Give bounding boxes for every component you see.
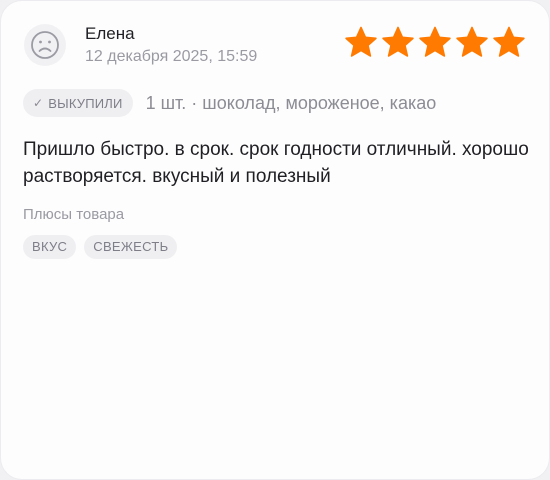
star-icon — [419, 26, 451, 57]
product-variant: 1 шт. · шоколад, мороженое, какао — [145, 92, 437, 113]
purchase-info: ✓ ВЫКУПИЛИ 1 шт. · шоколад, мороженое, к… — [23, 89, 436, 117]
star-icon — [345, 26, 377, 57]
pros-tag: СВЕЖЕСТЬ — [84, 235, 178, 259]
rating-stars — [344, 25, 526, 59]
check-icon: ✓ — [33, 96, 44, 110]
bought-badge-label: ВЫКУПИЛИ — [48, 95, 123, 111]
star-icon — [456, 26, 488, 57]
star-icon — [493, 26, 525, 57]
pros-tags: ВКУС СВЕЖЕСТЬ — [23, 235, 178, 259]
pros-label: Плюсы товара — [23, 206, 125, 223]
review-text: Пришло быстро. в срок. срок годности отл… — [23, 139, 529, 187]
sad-face-icon[interactable] — [23, 23, 67, 67]
star-icon — [382, 26, 414, 57]
pros-tag: ВКУС — [23, 235, 77, 259]
bought-badge: ✓ ВЫКУПИЛИ — [23, 89, 133, 117]
review-date: 12 декабря 2025, 15:59 — [85, 48, 258, 65]
author-name[interactable]: Елена — [85, 24, 135, 44]
review-card: Елена 12 декабря 2025, 15:59 ✓ ВЫКУПИЛИ … — [0, 0, 550, 480]
